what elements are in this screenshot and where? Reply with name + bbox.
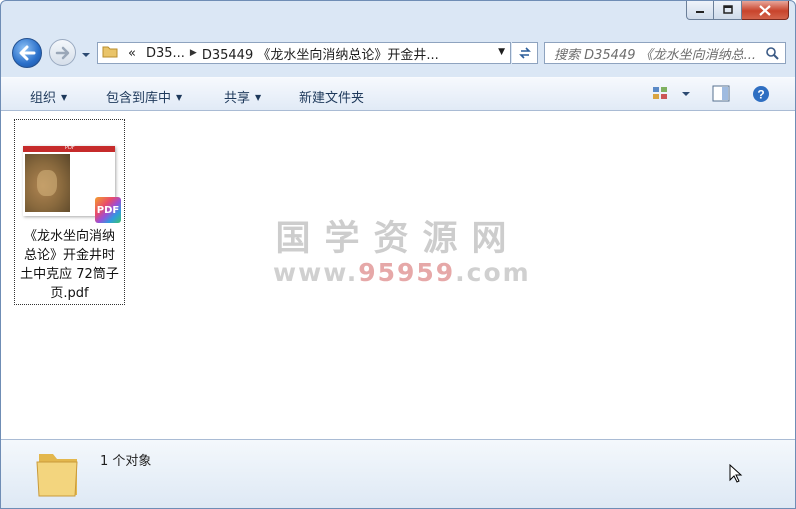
recent-pages-dropdown[interactable] bbox=[81, 48, 91, 63]
watermark-title: 国学资源网 bbox=[275, 219, 521, 259]
search-input[interactable]: 搜索 D35449 《龙水坐向消纳总... bbox=[544, 42, 786, 64]
forward-arrow-icon bbox=[55, 46, 69, 59]
minimize-icon bbox=[696, 11, 704, 13]
view-options-icon bbox=[653, 87, 690, 99]
folder-icon bbox=[33, 446, 81, 502]
chevron-down-icon: ▼ bbox=[255, 93, 262, 102]
item-count: 1 个对象 bbox=[100, 454, 152, 469]
maximize-button[interactable] bbox=[714, 1, 742, 20]
back-arrow-icon bbox=[19, 45, 36, 61]
close-icon bbox=[759, 4, 771, 16]
folder-icon bbox=[102, 46, 118, 58]
organize-label: 组织 bbox=[30, 91, 57, 106]
share-menu[interactable]: 共享 ▼ bbox=[224, 87, 261, 106]
chevron-down-icon: ▼ bbox=[176, 93, 183, 102]
preview-pane-icon bbox=[712, 85, 730, 102]
organize-menu[interactable]: 组织 ▼ bbox=[30, 87, 67, 106]
new-folder-button[interactable]: 新建文件夹 bbox=[299, 87, 364, 106]
back-button[interactable] bbox=[12, 38, 42, 68]
refresh-icon bbox=[518, 47, 531, 59]
watermark-url: www.95959.com bbox=[273, 258, 531, 287]
share-label: 共享 bbox=[224, 91, 251, 106]
address-segment-current[interactable]: D35449 《龙水坐向消纳总论》开金井... bbox=[197, 44, 444, 63]
cursor-icon bbox=[729, 463, 743, 488]
address-separator-icon[interactable]: ▶ bbox=[190, 48, 197, 58]
chevron-down-icon: ▼ bbox=[61, 93, 68, 102]
address-segment-parent[interactable]: D35... bbox=[141, 46, 190, 61]
help-button[interactable]: ? bbox=[752, 85, 770, 107]
address-bar[interactable]: « D35... ▶ D35449 《龙水坐向消纳总论》开金井... ▼ bbox=[97, 42, 511, 64]
details-pane: 1 个对象 bbox=[1, 439, 795, 508]
pdf-file-icon: PDF bbox=[95, 197, 121, 223]
address-dropdown-icon[interactable]: ▼ bbox=[498, 47, 505, 57]
file-name: 《龙水坐向消纳 总论》开金井时 土中克应 72筒子 页.pdf bbox=[20, 229, 119, 301]
command-bar: 组织 ▼ 包含到库中 ▼ 共享 ▼ 新建文件夹 ? bbox=[1, 77, 795, 111]
address-chevron[interactable]: « bbox=[123, 46, 141, 61]
chevron-down-icon bbox=[82, 53, 90, 57]
svg-text:?: ? bbox=[757, 88, 764, 102]
watermark: 国学资源网 www.95959.com bbox=[273, 219, 531, 287]
help-icon: ? bbox=[753, 86, 769, 102]
include-in-library-menu[interactable]: 包含到库中 ▼ bbox=[106, 87, 182, 106]
forward-button[interactable] bbox=[49, 39, 76, 66]
new-folder-label: 新建文件夹 bbox=[299, 91, 365, 106]
search-placeholder: 搜索 D35449 《龙水坐向消纳总... bbox=[554, 47, 757, 63]
maximize-icon bbox=[722, 5, 733, 14]
view-options-button[interactable] bbox=[652, 85, 692, 107]
address-folder-icon bbox=[98, 44, 123, 62]
refresh-button[interactable] bbox=[512, 42, 538, 64]
file-item[interactable]: PDF PDF 《龙水坐向消纳 总论》开金井时 土中克应 72筒子 页.pdf bbox=[14, 119, 125, 305]
caption-buttons bbox=[686, 1, 789, 20]
include-library-label: 包含到库中 bbox=[106, 91, 172, 106]
explorer-window: « D35... ▶ D35449 《龙水坐向消纳总论》开金井... ▼ 搜索 … bbox=[0, 0, 796, 509]
close-button[interactable] bbox=[742, 1, 789, 20]
preview-pane-button[interactable] bbox=[712, 85, 730, 107]
navigation-bar: « D35... ▶ D35449 《龙水坐向消纳总论》开金井... ▼ 搜索 … bbox=[1, 34, 795, 74]
minimize-button[interactable] bbox=[686, 1, 714, 20]
file-list[interactable]: PDF PDF 《龙水坐向消纳 总论》开金井时 土中克应 72筒子 页.pdf … bbox=[1, 111, 795, 439]
search-icon[interactable] bbox=[765, 46, 779, 63]
